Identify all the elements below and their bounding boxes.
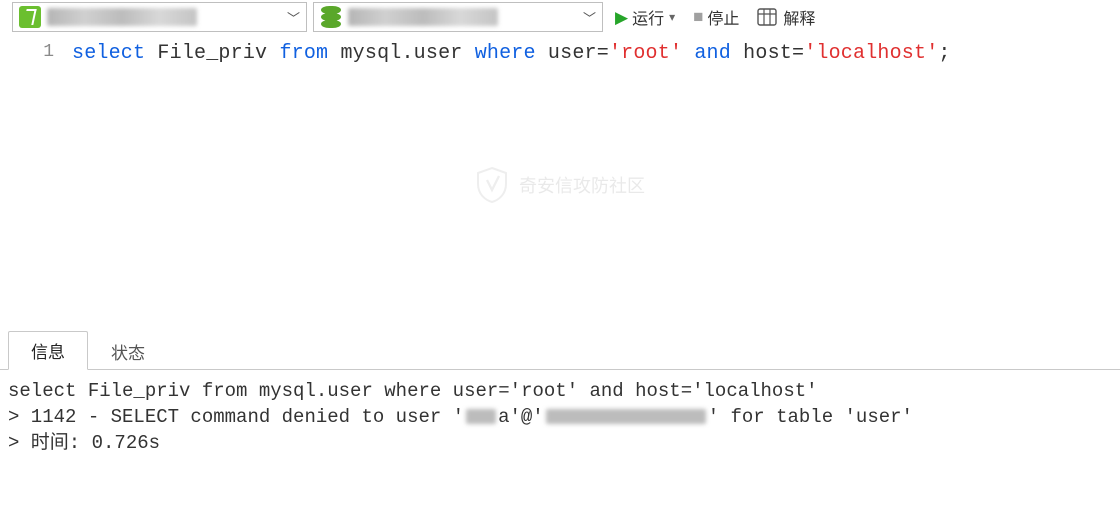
chevron-down-icon: ﹀ bbox=[583, 8, 596, 27]
sql-cond2-rhs: 'localhost' bbox=[804, 42, 938, 65]
tab-status[interactable]: 状态 bbox=[88, 332, 168, 370]
line-gutter: 1 bbox=[0, 36, 72, 334]
stop-label: 停止 bbox=[707, 5, 739, 29]
connection-name-blurred bbox=[47, 8, 197, 26]
output-line1: select File_priv from mysql.user where u… bbox=[8, 380, 818, 402]
kw-where: where bbox=[475, 42, 536, 65]
sql-tbl: mysql.user bbox=[328, 42, 474, 65]
stop-icon: ■ bbox=[693, 8, 703, 25]
output-line2b: a'@' bbox=[498, 406, 544, 428]
output-line3: > 时间: 0.726s bbox=[8, 432, 160, 454]
connection-icon bbox=[19, 6, 41, 28]
kw-from: from bbox=[279, 42, 328, 65]
sql-tail: ; bbox=[938, 42, 950, 65]
run-label: 运行 bbox=[632, 5, 664, 29]
tab-info[interactable]: 信息 bbox=[8, 331, 88, 370]
database-icon bbox=[320, 6, 342, 28]
play-icon: ▶ bbox=[615, 9, 628, 26]
blurred-host bbox=[546, 409, 706, 424]
sql-col: File_priv bbox=[145, 42, 279, 65]
sql-editor[interactable]: 1 select File_priv from mysql.user where… bbox=[0, 36, 1120, 334]
sql-cond1-rhs: 'root' bbox=[609, 42, 682, 65]
output-panel: select File_priv from mysql.user where u… bbox=[0, 370, 1120, 464]
sql-code[interactable]: select File_priv from mysql.user where u… bbox=[72, 36, 1120, 334]
run-button[interactable]: ▶ 运行 ▾ bbox=[609, 2, 681, 32]
explain-icon bbox=[757, 8, 777, 26]
database-dropdown[interactable]: ﹀ bbox=[313, 2, 603, 32]
blurred-user bbox=[466, 409, 496, 424]
output-line2a: > 1142 - SELECT command denied to user ' bbox=[8, 406, 464, 428]
stop-button[interactable]: ■ 停止 bbox=[687, 2, 745, 32]
database-name-blurred bbox=[348, 8, 498, 26]
explain-button[interactable]: 解释 bbox=[751, 2, 821, 32]
toolbar: ﹀ ﹀ ▶ 运行 ▾ ■ 停止 解释 bbox=[0, 0, 1120, 36]
connection-dropdown[interactable]: ﹀ bbox=[12, 2, 307, 32]
dropdown-caret-icon: ▾ bbox=[669, 10, 675, 24]
kw-and: and bbox=[682, 42, 743, 65]
result-tabs: 信息 状态 bbox=[0, 334, 1120, 370]
output-line2c: ' for table 'user' bbox=[708, 406, 913, 428]
sql-cond1-lhs: user= bbox=[536, 42, 609, 65]
line-number: 1 bbox=[0, 42, 54, 62]
explain-label: 解释 bbox=[783, 5, 815, 29]
kw-select: select bbox=[72, 42, 145, 65]
chevron-down-icon: ﹀ bbox=[287, 8, 300, 27]
sql-cond2-lhs: host= bbox=[743, 42, 804, 65]
